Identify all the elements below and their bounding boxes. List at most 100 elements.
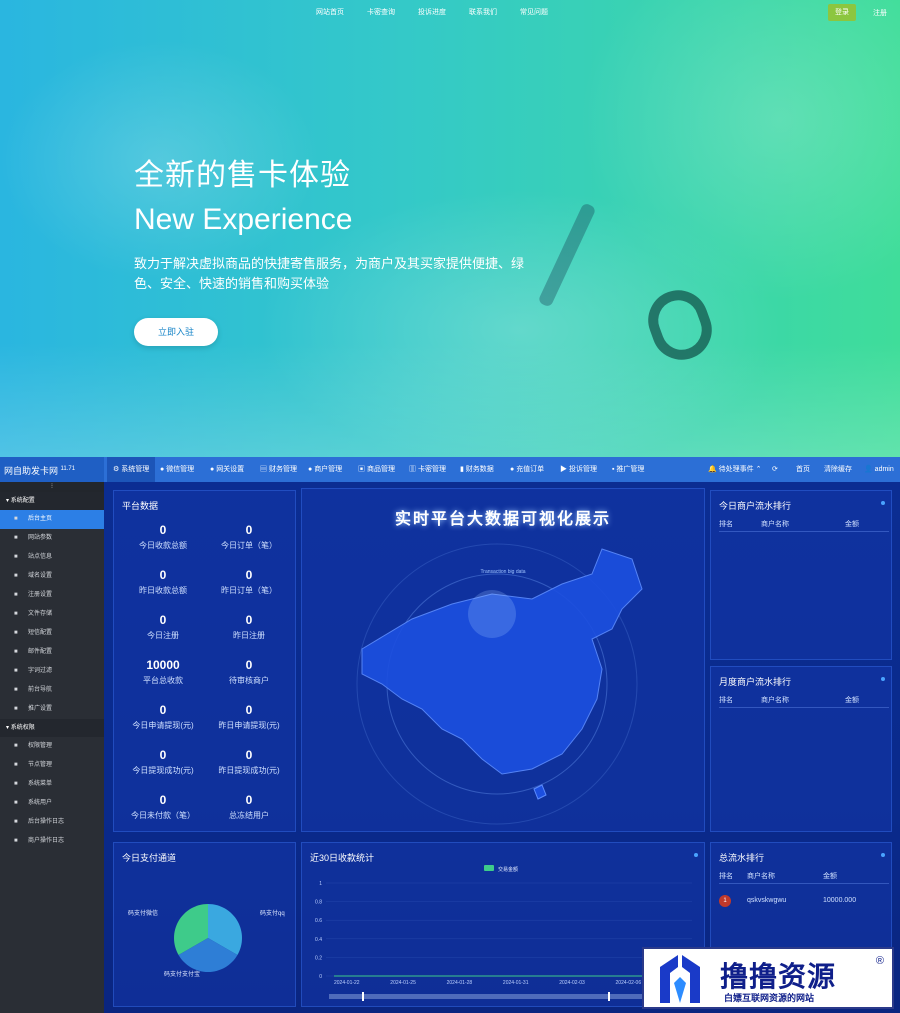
pay-channel-panel: 今日支付通道 码支付微信 码支付qq 码支付支付宝 bbox=[113, 842, 296, 1007]
stat-card: 0 今日注册 bbox=[118, 613, 208, 641]
stat-card: 0 昨日注册 bbox=[204, 613, 294, 641]
col-amount: 金额 bbox=[845, 697, 859, 704]
sidebar-item-config-6[interactable]: ■ 短信配置 bbox=[0, 624, 104, 643]
top-menu-merchant[interactable]: ● 商户管理 bbox=[308, 457, 342, 482]
top-menu-goods[interactable]: ▣ 商品管理 bbox=[358, 457, 395, 482]
username: admin bbox=[874, 466, 894, 473]
sidebar-item-auth-4[interactable]: ■ 后台操作日志 bbox=[0, 813, 104, 832]
sidebar-item-config-5[interactable]: ■ 文件存储 bbox=[0, 605, 104, 624]
top-menu-recharge[interactable]: ● 充值订单 bbox=[510, 457, 544, 482]
stat-label: 今日订单（笔） bbox=[221, 541, 277, 550]
sidebar-item-label: 网站参数 bbox=[28, 535, 53, 541]
sidebar-item-label: 节点管理 bbox=[28, 762, 53, 768]
sidebar-item-config-4[interactable]: ■ 注册设置 bbox=[0, 586, 104, 605]
stat-value: 0 bbox=[159, 523, 167, 537]
home-link[interactable]: 首页 bbox=[796, 457, 810, 482]
sidebar-item-config-1[interactable]: ■ 网站参数 bbox=[0, 529, 104, 548]
node-icon: ■ bbox=[14, 762, 18, 768]
stat-card: 0 待审核商户 bbox=[204, 658, 294, 686]
rank-medal-icon: 1 bbox=[719, 895, 731, 907]
sidebar-group-system-config[interactable]: ▾ 系统配置 bbox=[0, 492, 104, 510]
pending-events[interactable]: 🔔 待处理事件 ⌃ bbox=[708, 457, 761, 482]
refresh-icon[interactable]: ⟳ bbox=[772, 457, 778, 482]
nav-faq[interactable]: 常见问题 bbox=[520, 7, 548, 17]
user-menu[interactable]: 👤 admin bbox=[864, 457, 894, 482]
watermark-slogan: 白嫖互联网资源的网站 bbox=[724, 993, 815, 1003]
sidebar-item-auth-1[interactable]: ■ 节点管理 bbox=[0, 756, 104, 775]
register-link[interactable]: 注册 bbox=[873, 8, 887, 18]
today-rank-panel: 今日商户流水排行 排名 商户名称 金额 bbox=[710, 490, 892, 660]
join-now-button[interactable]: 立即入驻 bbox=[134, 318, 218, 346]
stat-value: 0 bbox=[159, 793, 167, 807]
y-tick-label: 0.6 bbox=[315, 918, 322, 924]
pin-icon: ■ bbox=[14, 838, 18, 844]
sidebar-item-auth-2[interactable]: ■ 系统菜单 bbox=[0, 775, 104, 794]
stat-label: 今日收款总额 bbox=[139, 541, 187, 550]
hero-title-en: New Experience bbox=[134, 203, 353, 236]
hero-description: 致力于解决虚拟商品的快捷寄售服务，为商户及其买家提供便捷、绿色、安全、快速的销售… bbox=[134, 256, 525, 291]
hero-nav: 网站首页 卡密查询 投诉进度 联系我们 常见问题 bbox=[0, 7, 900, 21]
sidebar-item-config-7[interactable]: ■ 邮件配置 bbox=[0, 643, 104, 662]
sidebar-item-auth-5[interactable]: ■ 商户操作日志 bbox=[0, 832, 104, 851]
today-rank-title: 今日商户流水排行 bbox=[719, 501, 792, 511]
top-menu-finance-data[interactable]: ▮ 财务数据 bbox=[460, 457, 494, 482]
stat-label: 昨日收款总额 bbox=[139, 586, 187, 595]
zoom-handle-left[interactable] bbox=[362, 992, 364, 1001]
total-rank-title: 总流水排行 bbox=[719, 853, 765, 863]
hero-section: 网站首页 卡密查询 投诉进度 联系我们 常见问题 登录 注册 全新的售卡体验 N… bbox=[0, 0, 900, 457]
top-menu-system[interactable]: ⚙ 系统管理 bbox=[107, 457, 156, 482]
x-tick-label: 2024-02-06 bbox=[616, 980, 642, 986]
sidebar-item-config-10[interactable]: ■ 推广设置 bbox=[0, 700, 104, 719]
sidebar-item-config-0[interactable]: ■ 后台主页 bbox=[0, 510, 104, 529]
filter-icon: ■ bbox=[14, 668, 18, 674]
sidebar-item-config-3[interactable]: ■ 域名设置 bbox=[0, 567, 104, 586]
sidebar-item-label: 前台导航 bbox=[28, 687, 53, 693]
nav-complaint[interactable]: 投诉进度 bbox=[418, 7, 446, 17]
nav-card-query[interactable]: 卡密查询 bbox=[367, 7, 395, 17]
top-menu-gateway[interactable]: ● 网关设置 bbox=[210, 457, 244, 482]
sidebar-item-config-9[interactable]: ■ 前台导航 bbox=[0, 681, 104, 700]
sidebar-item-label: 注册设置 bbox=[28, 592, 53, 598]
top-menu-complaint[interactable]: ▶ 投诉管理 bbox=[560, 457, 597, 482]
nav-contact[interactable]: 联系我们 bbox=[469, 7, 497, 17]
y-tick-label: 0.8 bbox=[315, 900, 322, 906]
top-menu-cards[interactable]: ▥ 卡密管理 bbox=[409, 457, 446, 482]
nav-home[interactable]: 网站首页 bbox=[316, 7, 344, 17]
zoom-slider[interactable] bbox=[329, 994, 674, 999]
sidebar-item-config-8[interactable]: ■ 字词过滤 bbox=[0, 662, 104, 681]
sidebar-item-config-2[interactable]: ■ 站点信息 bbox=[0, 548, 104, 567]
site-watermark: 撸撸资源 白嫖互联网资源的网站 ® bbox=[642, 947, 894, 1009]
sidebar-item-label: 商户操作日志 bbox=[28, 838, 65, 844]
stat-card: 0 今日未付款（笔） bbox=[118, 793, 208, 821]
login-button[interactable]: 登录 bbox=[828, 4, 856, 21]
sidebar-item-label: 后台主页 bbox=[28, 516, 53, 522]
y-tick-label: 0 bbox=[319, 974, 322, 980]
top-menu-promo[interactable]: ▪ 推广管理 bbox=[612, 457, 644, 482]
clear-cache-link[interactable]: 清除缓存 bbox=[824, 457, 852, 482]
legend-label: 交易金额 bbox=[498, 866, 518, 873]
x-tick-label: 2024-01-28 bbox=[447, 980, 473, 986]
sidebar-item-label: 权限管理 bbox=[28, 743, 53, 749]
stat-card: 0 昨日提现成功(元) bbox=[204, 748, 294, 776]
megaphone-icon: ■ bbox=[14, 706, 18, 712]
top-menu-wechat[interactable]: ● 微信管理 bbox=[160, 457, 194, 482]
zoom-handle-right[interactable] bbox=[608, 992, 610, 1001]
stat-value: 0 bbox=[245, 613, 253, 627]
rank-amount: 10000.000 bbox=[823, 897, 857, 904]
col-rank: 排名 bbox=[719, 873, 733, 880]
stat-card: 0 今日收款总额 bbox=[118, 523, 208, 551]
sidebar-item-auth-3[interactable]: ■ 系统用户 bbox=[0, 794, 104, 813]
stat-card: 0 总冻结用户 bbox=[204, 793, 294, 821]
sidebar-group-system-auth[interactable]: ▾ 系统权限 bbox=[0, 719, 104, 737]
col-merchant: 商户名称 bbox=[761, 697, 789, 704]
sidebar-handle[interactable]: ⁝ bbox=[0, 482, 104, 492]
x-tick-label: 2024-01-31 bbox=[503, 980, 529, 986]
top-menu-finance[interactable]: ▤ 财务管理 bbox=[260, 457, 297, 482]
stat-value: 0 bbox=[245, 748, 253, 762]
apple-icon: ■ bbox=[14, 535, 18, 541]
stat-card: 0 昨日申请提现(元) bbox=[204, 703, 294, 731]
today-rank-header: 排名 商户名称 金额 bbox=[719, 519, 889, 532]
col-amount: 金额 bbox=[845, 521, 859, 528]
col-rank: 排名 bbox=[719, 521, 733, 528]
sidebar-item-auth-0[interactable]: ■ 权限管理 bbox=[0, 737, 104, 756]
